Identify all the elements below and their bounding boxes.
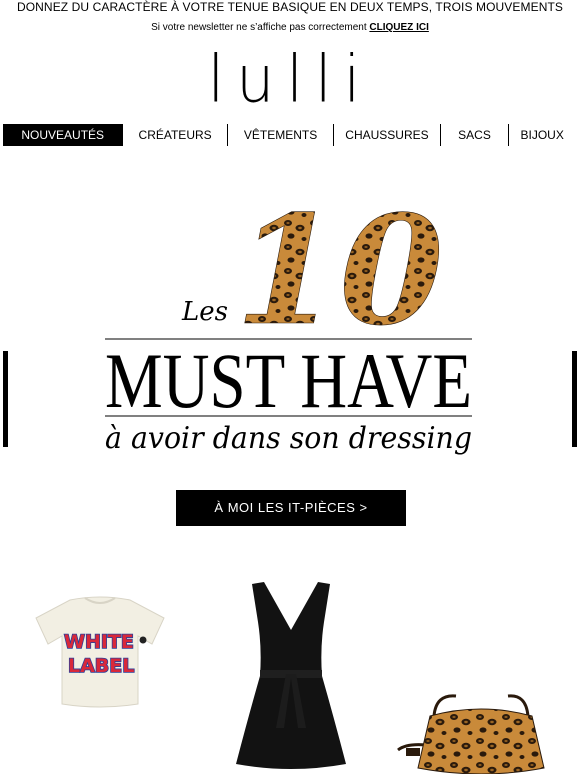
click-here-link[interactable]: CLIQUEZ ICI xyxy=(369,22,428,33)
promo-bar: DONNEZ DU CARACTÈRE À VOTRE TENUE BASIQU… xyxy=(16,0,564,14)
hero-number: 10 xyxy=(235,183,444,359)
hero-banner[interactable]: Les 10 MUST HAVE à avoir dans son dressi… xyxy=(100,170,480,460)
it-pieces-button[interactable]: À MOI LES IT-PIÈCES > xyxy=(176,490,406,526)
lulli-logo[interactable]: lulli xyxy=(0,45,580,114)
hero-title: MUST HAVE xyxy=(105,337,472,424)
white-label-tshirt[interactable]: WHITE LABEL xyxy=(30,592,170,712)
nav-item-vetements[interactable]: VÊTEMENTS xyxy=(226,124,333,146)
right-accent-bar xyxy=(572,351,577,447)
black-dress[interactable] xyxy=(234,578,348,770)
nav-item-nouveautes[interactable]: NOUVEAUTÉS xyxy=(3,124,123,146)
tshirt-print-line2: LABEL xyxy=(68,655,134,677)
main-nav: NOUVEAUTÉS CRÉATEURS VÊTEMENTS CHAUSSURE… xyxy=(3,124,575,146)
left-accent-bar xyxy=(3,351,8,447)
nav-item-chaussures[interactable]: CHAUSSURES xyxy=(333,124,439,146)
tshirt-badge-icon xyxy=(139,636,147,644)
nav-item-bijoux[interactable]: BIJOUX xyxy=(508,124,575,146)
hero-prefix: Les xyxy=(181,297,228,327)
tshirt-print-line1: WHITE xyxy=(64,631,134,653)
newsletter-notice: Si votre newsletter ne s’affiche pas cor… xyxy=(0,22,580,34)
newsletter-notice-text: Si votre newsletter ne s’affiche pas cor… xyxy=(151,22,367,33)
nav-item-createurs[interactable]: CRÉATEURS xyxy=(122,124,226,146)
nav-item-sacs[interactable]: SACS xyxy=(439,124,509,146)
leopard-bag[interactable] xyxy=(396,688,566,774)
hero-subtitle: à avoir dans son dressing xyxy=(105,421,472,456)
